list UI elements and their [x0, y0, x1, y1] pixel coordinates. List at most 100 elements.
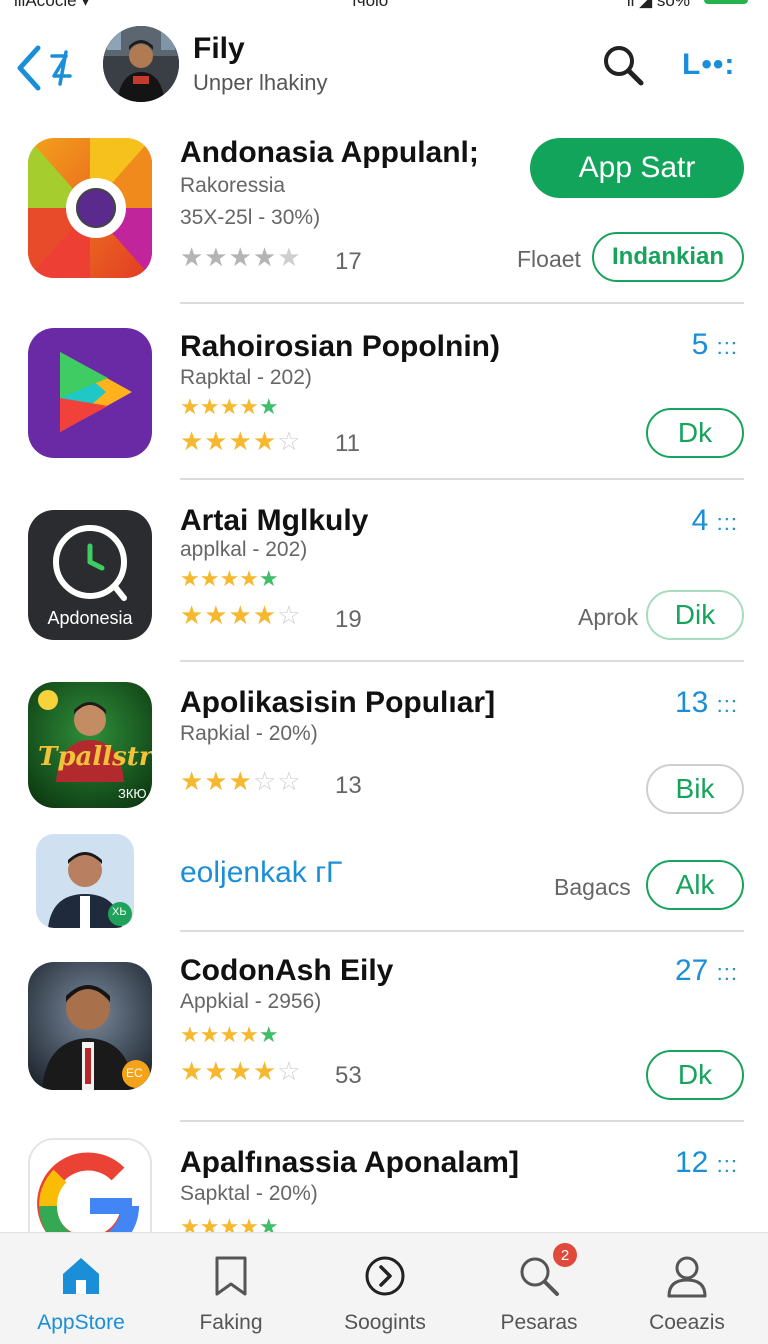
app-publisher: Rapkial - 20%): [180, 722, 318, 745]
float-label: Floaet: [517, 246, 581, 272]
back-button[interactable]: [14, 42, 86, 94]
side-label: Bagacs: [554, 874, 631, 900]
app-icon: Tpallstre ЗКЮ: [28, 682, 152, 808]
app-publisher: Sapktal - 20%): [180, 1182, 318, 1205]
app-icon: ЕС: [28, 962, 152, 1090]
icon-badge: ЕС: [126, 1066, 143, 1080]
home-icon: [63, 1258, 99, 1294]
app-icon: [28, 328, 152, 458]
app-icon: Apdonesia: [28, 510, 152, 640]
rank-label: 12 :::: [675, 1146, 738, 1180]
tab-appstore[interactable]: AppStore: [4, 1233, 158, 1344]
star-rating: ★★★★☆: [180, 426, 302, 456]
app-name: CodonAsh Eily: [180, 954, 394, 987]
tab-label: Soogints: [344, 1311, 426, 1334]
page-title: Fily: [193, 32, 245, 65]
rating-count: 13: [335, 772, 362, 799]
app-name: Apolikasisin Populıar]: [180, 686, 496, 719]
app-publisher: applkal - 202): [180, 538, 308, 561]
app-publisher: Rapktal - 202): [180, 366, 312, 389]
rank-dots: :::: [716, 334, 738, 359]
list-item[interactable]: Tpallstre ЗКЮ Apolikasisin Populıar] Rap…: [0, 662, 768, 822]
carrier-label: lllАсосlе ▾: [14, 0, 90, 10]
rank-label: 27 :::: [675, 954, 738, 988]
app-name: Apalfınassia Aponalam]: [180, 1146, 519, 1179]
rank-label: 4 :::: [692, 504, 738, 538]
clock-label: ıчolo: [352, 0, 389, 10]
page-subtitle: Unper lhakiny: [193, 70, 328, 95]
tab-label: AppStore: [37, 1311, 125, 1334]
app-name: eoljenkak гГ: [180, 856, 343, 889]
list-item[interactable]: Andonasia Appulanl; Rakoressia 35X-25l -…: [0, 124, 768, 304]
rank-label: 13 :::: [675, 686, 738, 720]
search-button[interactable]: [600, 42, 646, 88]
list-item[interactable]: ХЬ eoljenkak гГ Bagacs Alk: [0, 822, 768, 932]
person-icon: [667, 1256, 707, 1298]
rank-number: 5: [691, 328, 709, 361]
icon-badge: ХЬ: [112, 906, 127, 918]
tab-faking[interactable]: Faking: [154, 1233, 308, 1344]
battery-icon: [704, 0, 748, 4]
rank-dots: :::: [716, 692, 738, 717]
rank-number: 4: [691, 504, 709, 537]
tab-label: Coeazis: [649, 1311, 725, 1334]
app-publisher: Rakoressia: [180, 174, 286, 197]
get-button[interactable]: Dik: [646, 590, 744, 640]
rating-count: 53: [335, 1062, 362, 1089]
more-button[interactable]: L••:: [682, 48, 744, 82]
status-bar: lllАсосlе ▾ ıчolo ll ◢ ѕо%: [0, 0, 768, 10]
get-button[interactable]: Alk: [646, 860, 744, 910]
rating-count: 19: [335, 606, 362, 633]
tab-label: Faking: [199, 1311, 263, 1334]
get-button[interactable]: Dk: [646, 1050, 744, 1100]
app-icon: [28, 138, 152, 278]
list-item[interactable]: Apdonesia Artai Mglkuly applkal - 202) ★…: [0, 480, 768, 662]
star-rating: ★★★★☆: [180, 600, 302, 630]
tab-coeazis[interactable]: Coeazis: [610, 1233, 764, 1344]
rank-number: 13: [674, 686, 709, 719]
tab-label: Pesaras: [500, 1311, 578, 1334]
rank-number: 27: [674, 954, 709, 987]
signal-label: ll ◢ ѕо%: [626, 0, 690, 10]
side-label: Aprok: [578, 604, 639, 630]
rank-dots: :::: [716, 510, 738, 535]
avatar[interactable]: [103, 26, 179, 102]
star-rating: ★★★★☆: [180, 1056, 302, 1086]
list-item[interactable]: Rahoirosian Popolnin) Rapktal - 202) ★★★…: [0, 304, 768, 480]
rank-dots: :::: [716, 960, 738, 985]
app-publisher: Appkial - 2956): [180, 990, 322, 1013]
tab-soogints[interactable]: Soogints: [308, 1233, 462, 1344]
get-button[interactable]: Bik: [646, 764, 744, 814]
list-item[interactable]: Apalfınassia Aponalam] Sapktal - 20%) ★★…: [0, 1122, 768, 1268]
rank-dots: :::: [716, 1152, 738, 1177]
star-rating-small: ★★★★★: [180, 566, 279, 591]
app-name: Rahoirosian Popolnin): [180, 330, 500, 363]
star-rating: ★★★★★: [180, 242, 302, 272]
star-rating-small: ★★★★★: [180, 394, 279, 419]
install-button[interactable]: Indankian: [592, 232, 744, 282]
chevron-left-icon: [17, 45, 72, 91]
rank-label: 5 :::: [692, 328, 738, 362]
star-rating: ★★★☆☆: [180, 766, 302, 796]
icon-caption: Tpallstre: [38, 742, 152, 772]
icon-small-text: ЗКЮ: [118, 786, 147, 801]
rating-count: 11: [335, 430, 360, 457]
list-item[interactable]: ЕС CodonAsh Eily Appkial - 2956) ★★★★★ ★…: [0, 932, 768, 1122]
arrow-circle-icon: [365, 1256, 405, 1296]
star-rating-small: ★★★★★: [180, 1022, 279, 1047]
rating-count: 17: [335, 248, 362, 275]
app-name: Artai Mglkuly: [180, 504, 369, 537]
app-name: Andonasia Appulanl;: [180, 136, 479, 169]
app-detail: 35X-25l - 30%): [180, 206, 321, 229]
rank-number: 12: [674, 1146, 709, 1179]
icon-caption: Apdonesia: [47, 608, 133, 628]
get-button[interactable]: Dk: [646, 408, 744, 458]
search-icon: [604, 46, 644, 86]
app-store-button[interactable]: App Satr: [530, 138, 744, 198]
notification-badge: 2: [553, 1243, 577, 1267]
tab-bar: AppStore Faking Soogints 2 Pesaras Coeaz…: [0, 1232, 768, 1344]
tab-pesaras[interactable]: 2 Pesaras: [462, 1233, 616, 1344]
bookmark-icon: [215, 1256, 247, 1296]
app-icon: ХЬ: [36, 834, 134, 928]
header: Fily Unper lhakiny L••:: [0, 22, 768, 114]
